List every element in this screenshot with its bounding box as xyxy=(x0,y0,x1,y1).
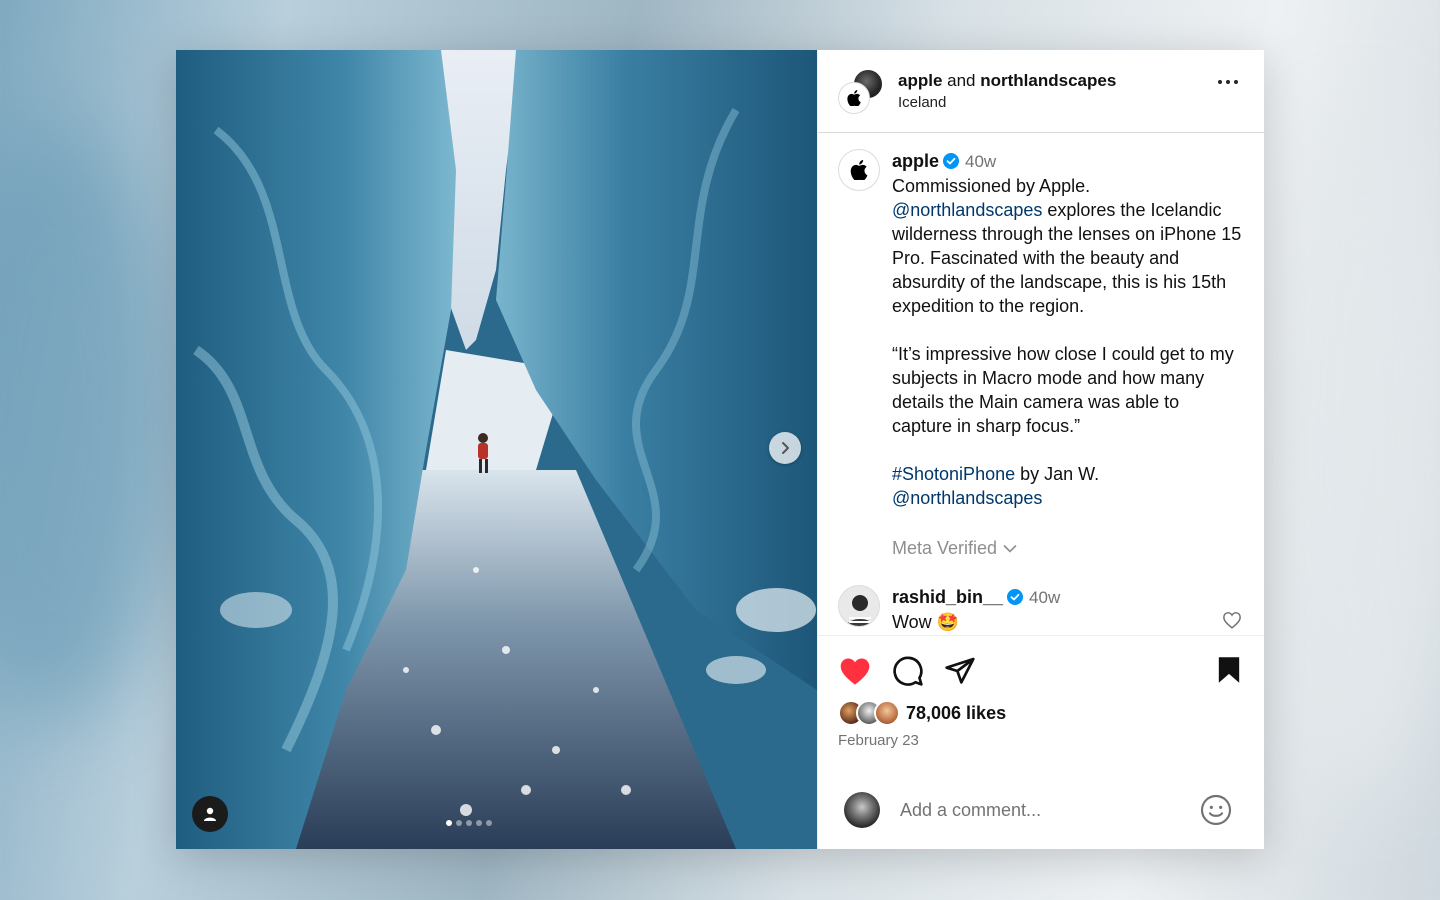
smiley-icon xyxy=(1200,794,1232,826)
header-account-apple[interactable]: apple xyxy=(898,71,942,90)
heart-filled-icon xyxy=(840,658,870,685)
caption-mention-link[interactable]: @northlandscapes xyxy=(892,200,1042,220)
tagged-people-button[interactable] xyxy=(192,796,228,832)
comment-item: rashid_bin__ 40w Wow 🤩 xyxy=(838,585,1244,634)
collab-title: apple and northlandscapes xyxy=(898,71,1116,91)
apple-avatar[interactable] xyxy=(838,149,880,191)
meta-verified-toggle[interactable]: Meta Verified xyxy=(892,538,1244,559)
post-details-panel: apple and northlandscapes Iceland apple … xyxy=(817,50,1264,849)
header-joiner: and xyxy=(947,71,976,90)
verified-badge-icon xyxy=(1007,589,1024,605)
caption-age[interactable]: 40w xyxy=(965,152,996,171)
caption-credit: by Jan W. xyxy=(1020,464,1100,484)
meta-verified-label: Meta Verified xyxy=(892,538,998,558)
add-comment-bar xyxy=(818,771,1264,849)
commenter-avatar-image xyxy=(839,586,879,626)
liker-avatars xyxy=(838,700,900,726)
caption-username[interactable]: apple xyxy=(892,151,939,171)
carousel-dot xyxy=(446,820,452,826)
post-photo[interactable] xyxy=(176,50,817,849)
verified-badge-icon xyxy=(943,153,960,169)
comment-input[interactable] xyxy=(900,799,1200,821)
post-location[interactable]: Iceland xyxy=(898,94,1116,111)
paper-plane-icon xyxy=(945,657,975,684)
chevron-down-icon xyxy=(1003,544,1017,553)
post-modal: apple and northlandscapes Iceland apple … xyxy=(176,50,1264,849)
like-button[interactable] xyxy=(838,656,872,686)
likes-count[interactable]: 78,006 likes xyxy=(906,703,1006,724)
comment-age[interactable]: 40w xyxy=(1029,588,1060,607)
post-date[interactable]: February 23 xyxy=(838,732,1244,749)
share-button[interactable] xyxy=(944,655,976,687)
current-user-avatar xyxy=(844,792,880,828)
comment-text: Wow 🤩 xyxy=(892,612,960,632)
comments-section: apple 40w Commissioned by Apple. @northla… xyxy=(818,133,1264,635)
comment-like-button[interactable] xyxy=(1222,611,1242,634)
apple-logo-icon xyxy=(847,90,861,106)
liker-avatar xyxy=(874,700,900,726)
post-header: apple and northlandscapes Iceland xyxy=(818,50,1264,133)
comment-bubble-icon xyxy=(893,656,923,686)
person-icon xyxy=(204,807,216,821)
action-section: 78,006 likes February 23 xyxy=(818,635,1264,849)
caption: apple 40w Commissioned by Apple. @northla… xyxy=(838,149,1244,510)
comment-button[interactable] xyxy=(892,655,924,687)
collab-avatars[interactable] xyxy=(838,68,884,114)
caption-mention-link-2[interactable]: @northlandscapes xyxy=(892,488,1042,508)
header-account-northlandscapes[interactable]: northlandscapes xyxy=(980,71,1116,90)
next-slide-button[interactable] xyxy=(769,432,801,464)
caption-quote: “It’s impressive how close I could get t… xyxy=(892,344,1234,436)
carousel-indicator xyxy=(446,820,492,826)
apple-logo-icon xyxy=(850,160,868,180)
comment-username[interactable]: rashid_bin__ xyxy=(892,587,1003,607)
emoji-picker-button[interactable] xyxy=(1200,794,1232,826)
more-options-icon[interactable] xyxy=(1218,80,1238,84)
heart-outline-icon xyxy=(1223,612,1241,629)
carousel-dot xyxy=(486,820,492,826)
save-button[interactable] xyxy=(1216,656,1242,689)
carousel-dot xyxy=(456,820,462,826)
caption-line-1: Commissioned by Apple. xyxy=(892,176,1091,196)
carousel-dot xyxy=(466,820,472,826)
likes-summary[interactable]: 78,006 likes xyxy=(838,700,1244,726)
chevron-right-icon xyxy=(782,442,789,454)
ice-cave-image xyxy=(176,50,817,849)
bookmark-filled-icon xyxy=(1218,657,1240,683)
carousel-dot xyxy=(476,820,482,826)
commenter-avatar[interactable] xyxy=(838,585,880,627)
apple-avatar-small xyxy=(838,82,870,114)
hashtag-link[interactable]: #ShotoniPhone xyxy=(892,464,1015,484)
